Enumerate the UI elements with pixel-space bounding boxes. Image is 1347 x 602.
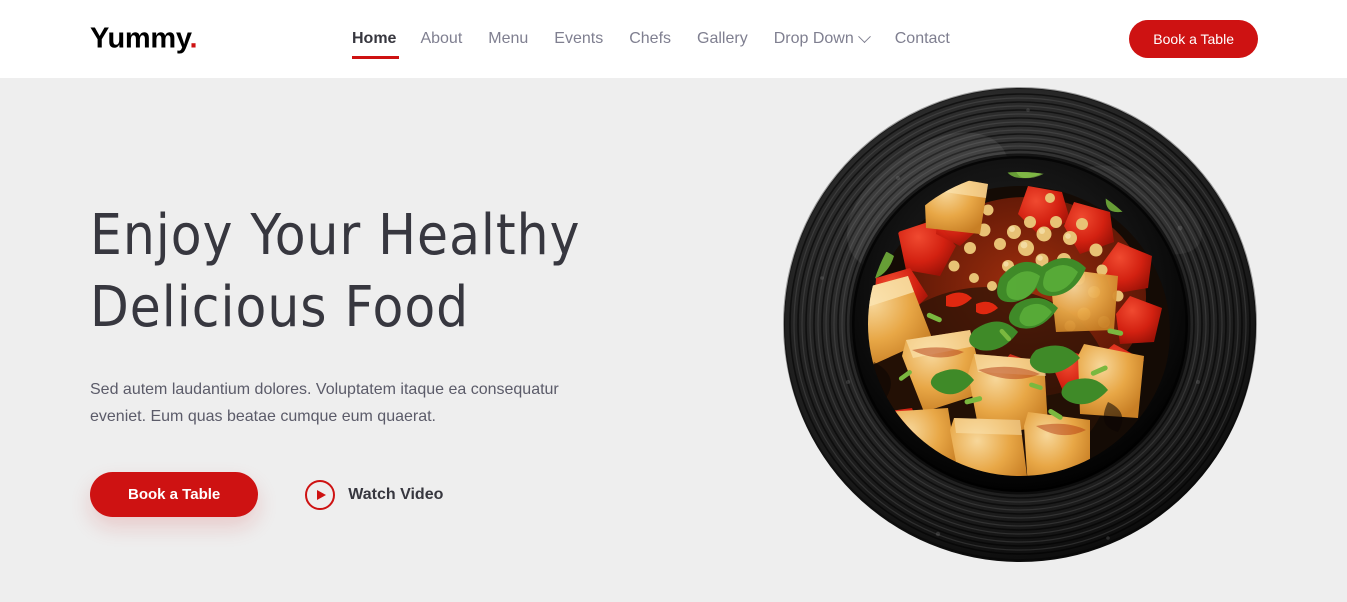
nav-item-menu[interactable]: Menu [488,28,554,50]
brand-dot: . [189,22,198,55]
hero-title-line-2: Delicious Food [90,275,470,340]
nav-item-label: Events [554,30,604,47]
hero-title: Enjoy Your Healthy Delicious Food [90,200,650,344]
nav-item-events[interactable]: Events [554,28,629,50]
nav-item-label: Gallery [697,30,748,47]
brand-name: Yummy [90,22,190,55]
book-a-table-button-header[interactable]: Book a Table [1129,20,1258,58]
chevron-down-icon [857,29,871,43]
watch-video-label: Watch Video [348,485,444,503]
nav-item-chefs[interactable]: Chefs [629,28,697,50]
nav-item-label: About [420,30,463,47]
nav-item-label: Chefs [629,30,672,47]
hero-text-block: Enjoy Your Healthy Delicious Food Sed au… [90,200,650,517]
play-icon [305,479,336,510]
nav-item-contact[interactable]: Contact [895,28,976,50]
nav-item-label: Drop Down [773,30,854,47]
play-triangle [317,489,327,500]
site-header: Yummy. Home About Menu Events Chefs Gall… [0,0,1347,78]
main-navigation: Home About Menu Events Chefs Gallery Dro… [352,28,976,59]
active-nav-underline [352,56,399,59]
nav-item-drop-down[interactable]: Drop Down [774,28,895,50]
hero-section: Enjoy Your Healthy Delicious Food Sed au… [0,78,1347,602]
hero-description: Sed autem laudantium dolores. Voluptatem… [90,381,559,425]
nav-item-label: Menu [488,30,529,47]
nav-item-home[interactable]: Home [352,28,420,59]
hero-food-image [778,82,1262,566]
nav-item-gallery[interactable]: Gallery [697,28,774,50]
brand-logo[interactable]: Yummy. [90,22,198,56]
hero-title-line-1: Enjoy Your Healthy [90,203,581,268]
watch-video-link[interactable]: Watch Video [305,479,444,510]
nav-item-about[interactable]: About [420,28,488,50]
nav-item-label: Contact [894,30,950,47]
nav-item-label: Home [352,30,397,47]
plate-illustration [783,87,1257,562]
book-a-table-button-hero[interactable]: Book a Table [90,472,259,517]
hero-actions: Book a Table Watch Video [90,472,650,517]
